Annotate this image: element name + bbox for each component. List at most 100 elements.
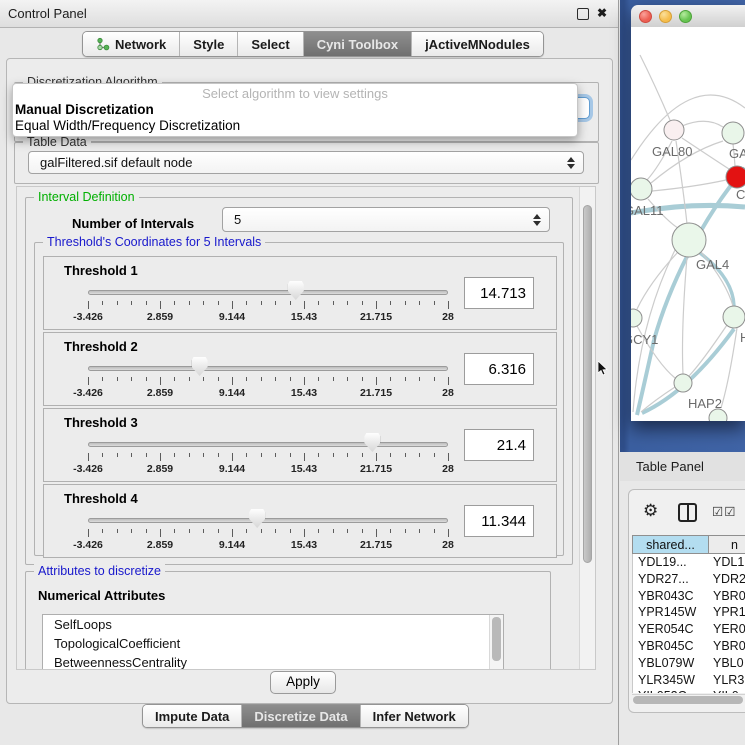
attributes-scrollbar-thumb[interactable] bbox=[492, 617, 501, 661]
table-row[interactable]: YBR043CYBR0 bbox=[633, 588, 745, 605]
table-hscrollbar-thumb[interactable] bbox=[633, 696, 743, 704]
cell-name[interactable]: YLR3 bbox=[710, 672, 744, 689]
network-node-label: H bbox=[740, 330, 745, 345]
algorithm-option[interactable]: Manual Discretization bbox=[13, 102, 577, 118]
threshold-slider-thumb[interactable] bbox=[364, 433, 380, 452]
float-window-icon[interactable] bbox=[577, 8, 589, 20]
table-column-header-shared[interactable]: shared... bbox=[632, 535, 709, 554]
cell-shared-name[interactable]: YBR045C bbox=[633, 638, 710, 655]
network-node[interactable] bbox=[722, 122, 744, 144]
attributes-list-scrollbar[interactable] bbox=[489, 615, 503, 670]
table-horizontal-scrollbar[interactable] bbox=[632, 694, 745, 705]
cell-shared-name[interactable]: YIL052C bbox=[633, 688, 710, 693]
cell-name[interactable]: YBR0 bbox=[710, 638, 745, 655]
algorithm-option[interactable]: Equal Width/Frequency Discretization bbox=[13, 118, 577, 134]
number-of-intervals-combobox[interactable]: 5 bbox=[222, 207, 550, 232]
tab-discretize-data[interactable]: Discretize Data bbox=[242, 705, 360, 727]
threshold-value-field[interactable]: 21.4 bbox=[464, 429, 534, 461]
threshold-slider[interactable] bbox=[88, 442, 448, 447]
table-row[interactable]: YDL19...YDL1 bbox=[633, 554, 745, 571]
network-node[interactable] bbox=[631, 178, 652, 200]
tab-style[interactable]: Style bbox=[180, 32, 238, 56]
numerical-attributes-list[interactable]: SelfLoopsTopologicalCoefficientBetweenne… bbox=[42, 614, 504, 670]
threshold-value-field[interactable]: 11.344 bbox=[464, 505, 534, 537]
cell-shared-name[interactable]: YER054C bbox=[633, 621, 710, 638]
tick-mark bbox=[362, 377, 363, 381]
cell-name[interactable]: YPR1 bbox=[710, 604, 745, 621]
network-node[interactable] bbox=[664, 120, 684, 140]
network-window-titlebar[interactable] bbox=[631, 5, 745, 28]
tick-mark bbox=[102, 377, 103, 381]
cell-name[interactable]: YIL0 bbox=[710, 688, 739, 693]
tick-mark bbox=[261, 301, 262, 305]
cell-shared-name[interactable]: YDL19... bbox=[633, 554, 710, 571]
tab-infer-network[interactable]: Infer Network bbox=[361, 705, 468, 727]
network-node[interactable] bbox=[726, 166, 745, 188]
network-node[interactable] bbox=[631, 309, 642, 327]
threshold-slider[interactable] bbox=[88, 290, 448, 295]
settings-scrollbar[interactable] bbox=[579, 187, 595, 669]
tab-network[interactable]: Network bbox=[83, 32, 180, 56]
cell-shared-name[interactable]: YBR043C bbox=[633, 588, 710, 605]
table-row[interactable]: YBL079WYBL0 bbox=[633, 655, 745, 672]
tab-cyni-toolbox[interactable]: Cyni Toolbox bbox=[304, 32, 412, 56]
tab-select[interactable]: Select bbox=[238, 32, 303, 56]
tick-mark bbox=[218, 377, 219, 381]
threshold-slider[interactable] bbox=[88, 518, 448, 523]
table-row[interactable]: YER054CYER0 bbox=[633, 621, 745, 638]
network-node[interactable] bbox=[674, 374, 692, 392]
tick-mark bbox=[448, 529, 449, 537]
table-column-header-name[interactable]: n bbox=[709, 535, 745, 554]
cell-shared-name[interactable]: YDR27... bbox=[633, 571, 710, 588]
slider-tick-labels: -3.4262.8599.14415.4321.71528 bbox=[88, 387, 448, 399]
threshold-slider[interactable] bbox=[88, 366, 448, 371]
table-panel-header: Table Panel bbox=[620, 452, 745, 481]
network-node[interactable] bbox=[672, 223, 706, 257]
select-columns-icon[interactable]: ☑☑ bbox=[712, 504, 736, 519]
cell-name[interactable]: YBR0 bbox=[710, 588, 745, 605]
threshold-value-field[interactable]: 14.713 bbox=[464, 277, 534, 309]
table-data-combobox[interactable]: galFiltered.sif default node bbox=[28, 151, 584, 174]
tick-label: 21.715 bbox=[360, 311, 392, 323]
gear-icon[interactable]: ⚙ bbox=[643, 501, 658, 521]
cell-shared-name[interactable]: YPR145W bbox=[633, 604, 710, 621]
threshold-slider-thumb[interactable] bbox=[288, 281, 304, 300]
table-row[interactable]: YLR345WYLR3 bbox=[633, 672, 745, 689]
cell-name[interactable]: YBL0 bbox=[710, 655, 744, 672]
attribute-item[interactable]: SelfLoops bbox=[43, 615, 503, 634]
control-panel-titlebar: Control Panel ✖ bbox=[0, 0, 618, 28]
network-node[interactable] bbox=[723, 306, 745, 328]
attribute-item[interactable]: TopologicalCoefficient bbox=[43, 634, 503, 653]
tick-mark bbox=[246, 377, 247, 381]
cell-name[interactable]: YDL1 bbox=[710, 554, 744, 571]
apply-button[interactable]: Apply bbox=[270, 671, 336, 694]
cell-shared-name[interactable]: YLR345W bbox=[633, 672, 710, 689]
tick-mark bbox=[160, 377, 161, 385]
threshold-value-field[interactable]: 6.316 bbox=[464, 353, 534, 385]
close-traffic-light-icon[interactable] bbox=[639, 10, 652, 23]
cell-name[interactable]: YER0 bbox=[710, 621, 745, 638]
network-canvas[interactable]: GAL80GACGAL11GAL4GCY1HHAP2 bbox=[631, 27, 745, 421]
threshold-slider-thumb[interactable] bbox=[192, 357, 208, 376]
tick-label: 28 bbox=[442, 311, 454, 323]
table-row[interactable]: YBR045CYBR0 bbox=[633, 638, 745, 655]
zoom-traffic-light-icon[interactable] bbox=[679, 10, 692, 23]
cell-name[interactable]: YDR2 bbox=[710, 571, 745, 588]
table-row[interactable]: YIL052CYIL0 bbox=[633, 688, 745, 693]
tick-label: 21.715 bbox=[360, 539, 392, 551]
table-row[interactable]: YPR145WYPR1 bbox=[633, 604, 745, 621]
tick-mark bbox=[246, 529, 247, 533]
close-icon[interactable]: ✖ bbox=[597, 0, 607, 27]
attribute-item[interactable]: BetweennessCentrality bbox=[43, 653, 503, 670]
cell-shared-name[interactable]: YBL079W bbox=[633, 655, 710, 672]
tick-mark bbox=[88, 529, 89, 537]
minimize-traffic-light-icon[interactable] bbox=[659, 10, 672, 23]
settings-scrollbar-thumb[interactable] bbox=[583, 205, 592, 563]
threshold-slider-thumb[interactable] bbox=[249, 509, 265, 528]
tab-jactivemnodules[interactable]: jActiveMNodules bbox=[412, 32, 543, 56]
tick-mark bbox=[218, 301, 219, 305]
tick-mark bbox=[434, 377, 435, 381]
table-row[interactable]: YDR27...YDR2 bbox=[633, 571, 745, 588]
split-view-icon[interactable] bbox=[678, 503, 697, 522]
tab-impute-data[interactable]: Impute Data bbox=[143, 705, 242, 727]
